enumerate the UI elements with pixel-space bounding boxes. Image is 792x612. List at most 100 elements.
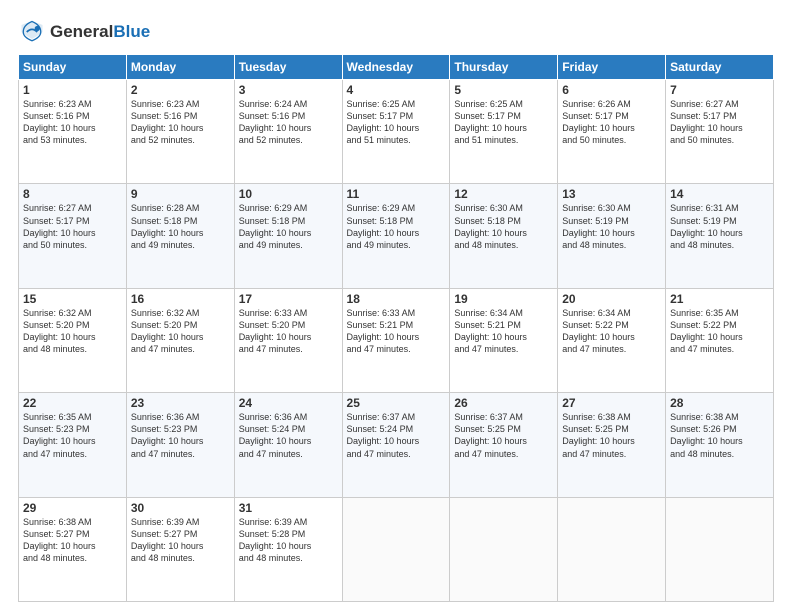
day-info: Sunrise: 6:36 AMSunset: 5:24 PMDaylight:… <box>239 411 338 460</box>
day-number: 29 <box>23 501 122 515</box>
day-number: 9 <box>131 187 230 201</box>
day-number: 1 <box>23 83 122 97</box>
calendar-cell: 25 Sunrise: 6:37 AMSunset: 5:24 PMDaylig… <box>342 393 450 497</box>
calendar-week-5: 29 Sunrise: 6:38 AMSunset: 5:27 PMDaylig… <box>19 497 774 601</box>
day-number: 26 <box>454 396 553 410</box>
day-info: Sunrise: 6:29 AMSunset: 5:18 PMDaylight:… <box>239 202 338 251</box>
calendar-cell: 11 Sunrise: 6:29 AMSunset: 5:18 PMDaylig… <box>342 184 450 288</box>
day-info: Sunrise: 6:35 AMSunset: 5:22 PMDaylight:… <box>670 307 769 356</box>
calendar-header-sunday: Sunday <box>19 55 127 80</box>
day-info: Sunrise: 6:39 AMSunset: 5:27 PMDaylight:… <box>131 516 230 565</box>
calendar-header-row: SundayMondayTuesdayWednesdayThursdayFrid… <box>19 55 774 80</box>
calendar-cell: 7 Sunrise: 6:27 AMSunset: 5:17 PMDayligh… <box>666 80 774 184</box>
day-number: 21 <box>670 292 769 306</box>
day-info: Sunrise: 6:34 AMSunset: 5:22 PMDaylight:… <box>562 307 661 356</box>
day-number: 17 <box>239 292 338 306</box>
day-number: 15 <box>23 292 122 306</box>
day-number: 23 <box>131 396 230 410</box>
day-info: Sunrise: 6:25 AMSunset: 5:17 PMDaylight:… <box>454 98 553 147</box>
calendar-cell: 17 Sunrise: 6:33 AMSunset: 5:20 PMDaylig… <box>234 288 342 392</box>
calendar-cell: 31 Sunrise: 6:39 AMSunset: 5:28 PMDaylig… <box>234 497 342 601</box>
day-number: 30 <box>131 501 230 515</box>
day-info: Sunrise: 6:30 AMSunset: 5:19 PMDaylight:… <box>562 202 661 251</box>
day-number: 4 <box>347 83 446 97</box>
day-number: 10 <box>239 187 338 201</box>
day-number: 20 <box>562 292 661 306</box>
day-info: Sunrise: 6:37 AMSunset: 5:24 PMDaylight:… <box>347 411 446 460</box>
calendar-cell: 23 Sunrise: 6:36 AMSunset: 5:23 PMDaylig… <box>126 393 234 497</box>
day-info: Sunrise: 6:23 AMSunset: 5:16 PMDaylight:… <box>131 98 230 147</box>
calendar-header-thursday: Thursday <box>450 55 558 80</box>
day-info: Sunrise: 6:34 AMSunset: 5:21 PMDaylight:… <box>454 307 553 356</box>
calendar-header-wednesday: Wednesday <box>342 55 450 80</box>
calendar-week-3: 15 Sunrise: 6:32 AMSunset: 5:20 PMDaylig… <box>19 288 774 392</box>
day-info: Sunrise: 6:27 AMSunset: 5:17 PMDaylight:… <box>670 98 769 147</box>
calendar-header-monday: Monday <box>126 55 234 80</box>
day-info: Sunrise: 6:23 AMSunset: 5:16 PMDaylight:… <box>23 98 122 147</box>
day-number: 28 <box>670 396 769 410</box>
day-info: Sunrise: 6:30 AMSunset: 5:18 PMDaylight:… <box>454 202 553 251</box>
day-number: 14 <box>670 187 769 201</box>
day-info: Sunrise: 6:36 AMSunset: 5:23 PMDaylight:… <box>131 411 230 460</box>
logo-icon <box>18 18 46 46</box>
day-info: Sunrise: 6:32 AMSunset: 5:20 PMDaylight:… <box>131 307 230 356</box>
day-info: Sunrise: 6:33 AMSunset: 5:20 PMDaylight:… <box>239 307 338 356</box>
logo: GeneralBlue <box>18 18 150 46</box>
calendar-cell <box>450 497 558 601</box>
day-info: Sunrise: 6:38 AMSunset: 5:25 PMDaylight:… <box>562 411 661 460</box>
day-info: Sunrise: 6:37 AMSunset: 5:25 PMDaylight:… <box>454 411 553 460</box>
day-number: 3 <box>239 83 338 97</box>
day-number: 5 <box>454 83 553 97</box>
day-info: Sunrise: 6:33 AMSunset: 5:21 PMDaylight:… <box>347 307 446 356</box>
calendar-week-2: 8 Sunrise: 6:27 AMSunset: 5:17 PMDayligh… <box>19 184 774 288</box>
day-info: Sunrise: 6:26 AMSunset: 5:17 PMDaylight:… <box>562 98 661 147</box>
calendar-cell <box>342 497 450 601</box>
calendar-cell: 10 Sunrise: 6:29 AMSunset: 5:18 PMDaylig… <box>234 184 342 288</box>
day-number: 6 <box>562 83 661 97</box>
day-number: 25 <box>347 396 446 410</box>
calendar-cell: 19 Sunrise: 6:34 AMSunset: 5:21 PMDaylig… <box>450 288 558 392</box>
calendar-cell: 13 Sunrise: 6:30 AMSunset: 5:19 PMDaylig… <box>558 184 666 288</box>
day-number: 2 <box>131 83 230 97</box>
day-info: Sunrise: 6:38 AMSunset: 5:26 PMDaylight:… <box>670 411 769 460</box>
calendar-header-friday: Friday <box>558 55 666 80</box>
day-info: Sunrise: 6:31 AMSunset: 5:19 PMDaylight:… <box>670 202 769 251</box>
calendar-cell: 8 Sunrise: 6:27 AMSunset: 5:17 PMDayligh… <box>19 184 127 288</box>
day-info: Sunrise: 6:28 AMSunset: 5:18 PMDaylight:… <box>131 202 230 251</box>
calendar-cell: 3 Sunrise: 6:24 AMSunset: 5:16 PMDayligh… <box>234 80 342 184</box>
day-number: 16 <box>131 292 230 306</box>
day-info: Sunrise: 6:29 AMSunset: 5:18 PMDaylight:… <box>347 202 446 251</box>
day-number: 13 <box>562 187 661 201</box>
calendar-cell: 5 Sunrise: 6:25 AMSunset: 5:17 PMDayligh… <box>450 80 558 184</box>
day-info: Sunrise: 6:32 AMSunset: 5:20 PMDaylight:… <box>23 307 122 356</box>
calendar-cell: 22 Sunrise: 6:35 AMSunset: 5:23 PMDaylig… <box>19 393 127 497</box>
calendar-cell: 21 Sunrise: 6:35 AMSunset: 5:22 PMDaylig… <box>666 288 774 392</box>
calendar-page: GeneralBlue SundayMondayTuesdayWednesday… <box>0 0 792 612</box>
calendar-cell: 1 Sunrise: 6:23 AMSunset: 5:16 PMDayligh… <box>19 80 127 184</box>
day-info: Sunrise: 6:25 AMSunset: 5:17 PMDaylight:… <box>347 98 446 147</box>
logo-text: GeneralBlue <box>50 23 150 42</box>
day-info: Sunrise: 6:38 AMSunset: 5:27 PMDaylight:… <box>23 516 122 565</box>
calendar-cell: 4 Sunrise: 6:25 AMSunset: 5:17 PMDayligh… <box>342 80 450 184</box>
calendar-table: SundayMondayTuesdayWednesdayThursdayFrid… <box>18 54 774 602</box>
calendar-cell <box>666 497 774 601</box>
calendar-header-tuesday: Tuesday <box>234 55 342 80</box>
day-number: 31 <box>239 501 338 515</box>
calendar-cell: 2 Sunrise: 6:23 AMSunset: 5:16 PMDayligh… <box>126 80 234 184</box>
day-number: 24 <box>239 396 338 410</box>
day-number: 12 <box>454 187 553 201</box>
day-number: 22 <box>23 396 122 410</box>
calendar-body: 1 Sunrise: 6:23 AMSunset: 5:16 PMDayligh… <box>19 80 774 602</box>
day-info: Sunrise: 6:39 AMSunset: 5:28 PMDaylight:… <box>239 516 338 565</box>
calendar-cell: 12 Sunrise: 6:30 AMSunset: 5:18 PMDaylig… <box>450 184 558 288</box>
header: GeneralBlue <box>18 18 774 46</box>
calendar-cell: 9 Sunrise: 6:28 AMSunset: 5:18 PMDayligh… <box>126 184 234 288</box>
day-info: Sunrise: 6:24 AMSunset: 5:16 PMDaylight:… <box>239 98 338 147</box>
day-number: 8 <box>23 187 122 201</box>
calendar-cell: 24 Sunrise: 6:36 AMSunset: 5:24 PMDaylig… <box>234 393 342 497</box>
day-info: Sunrise: 6:27 AMSunset: 5:17 PMDaylight:… <box>23 202 122 251</box>
calendar-cell: 6 Sunrise: 6:26 AMSunset: 5:17 PMDayligh… <box>558 80 666 184</box>
calendar-cell: 20 Sunrise: 6:34 AMSunset: 5:22 PMDaylig… <box>558 288 666 392</box>
calendar-cell: 18 Sunrise: 6:33 AMSunset: 5:21 PMDaylig… <box>342 288 450 392</box>
calendar-cell: 26 Sunrise: 6:37 AMSunset: 5:25 PMDaylig… <box>450 393 558 497</box>
